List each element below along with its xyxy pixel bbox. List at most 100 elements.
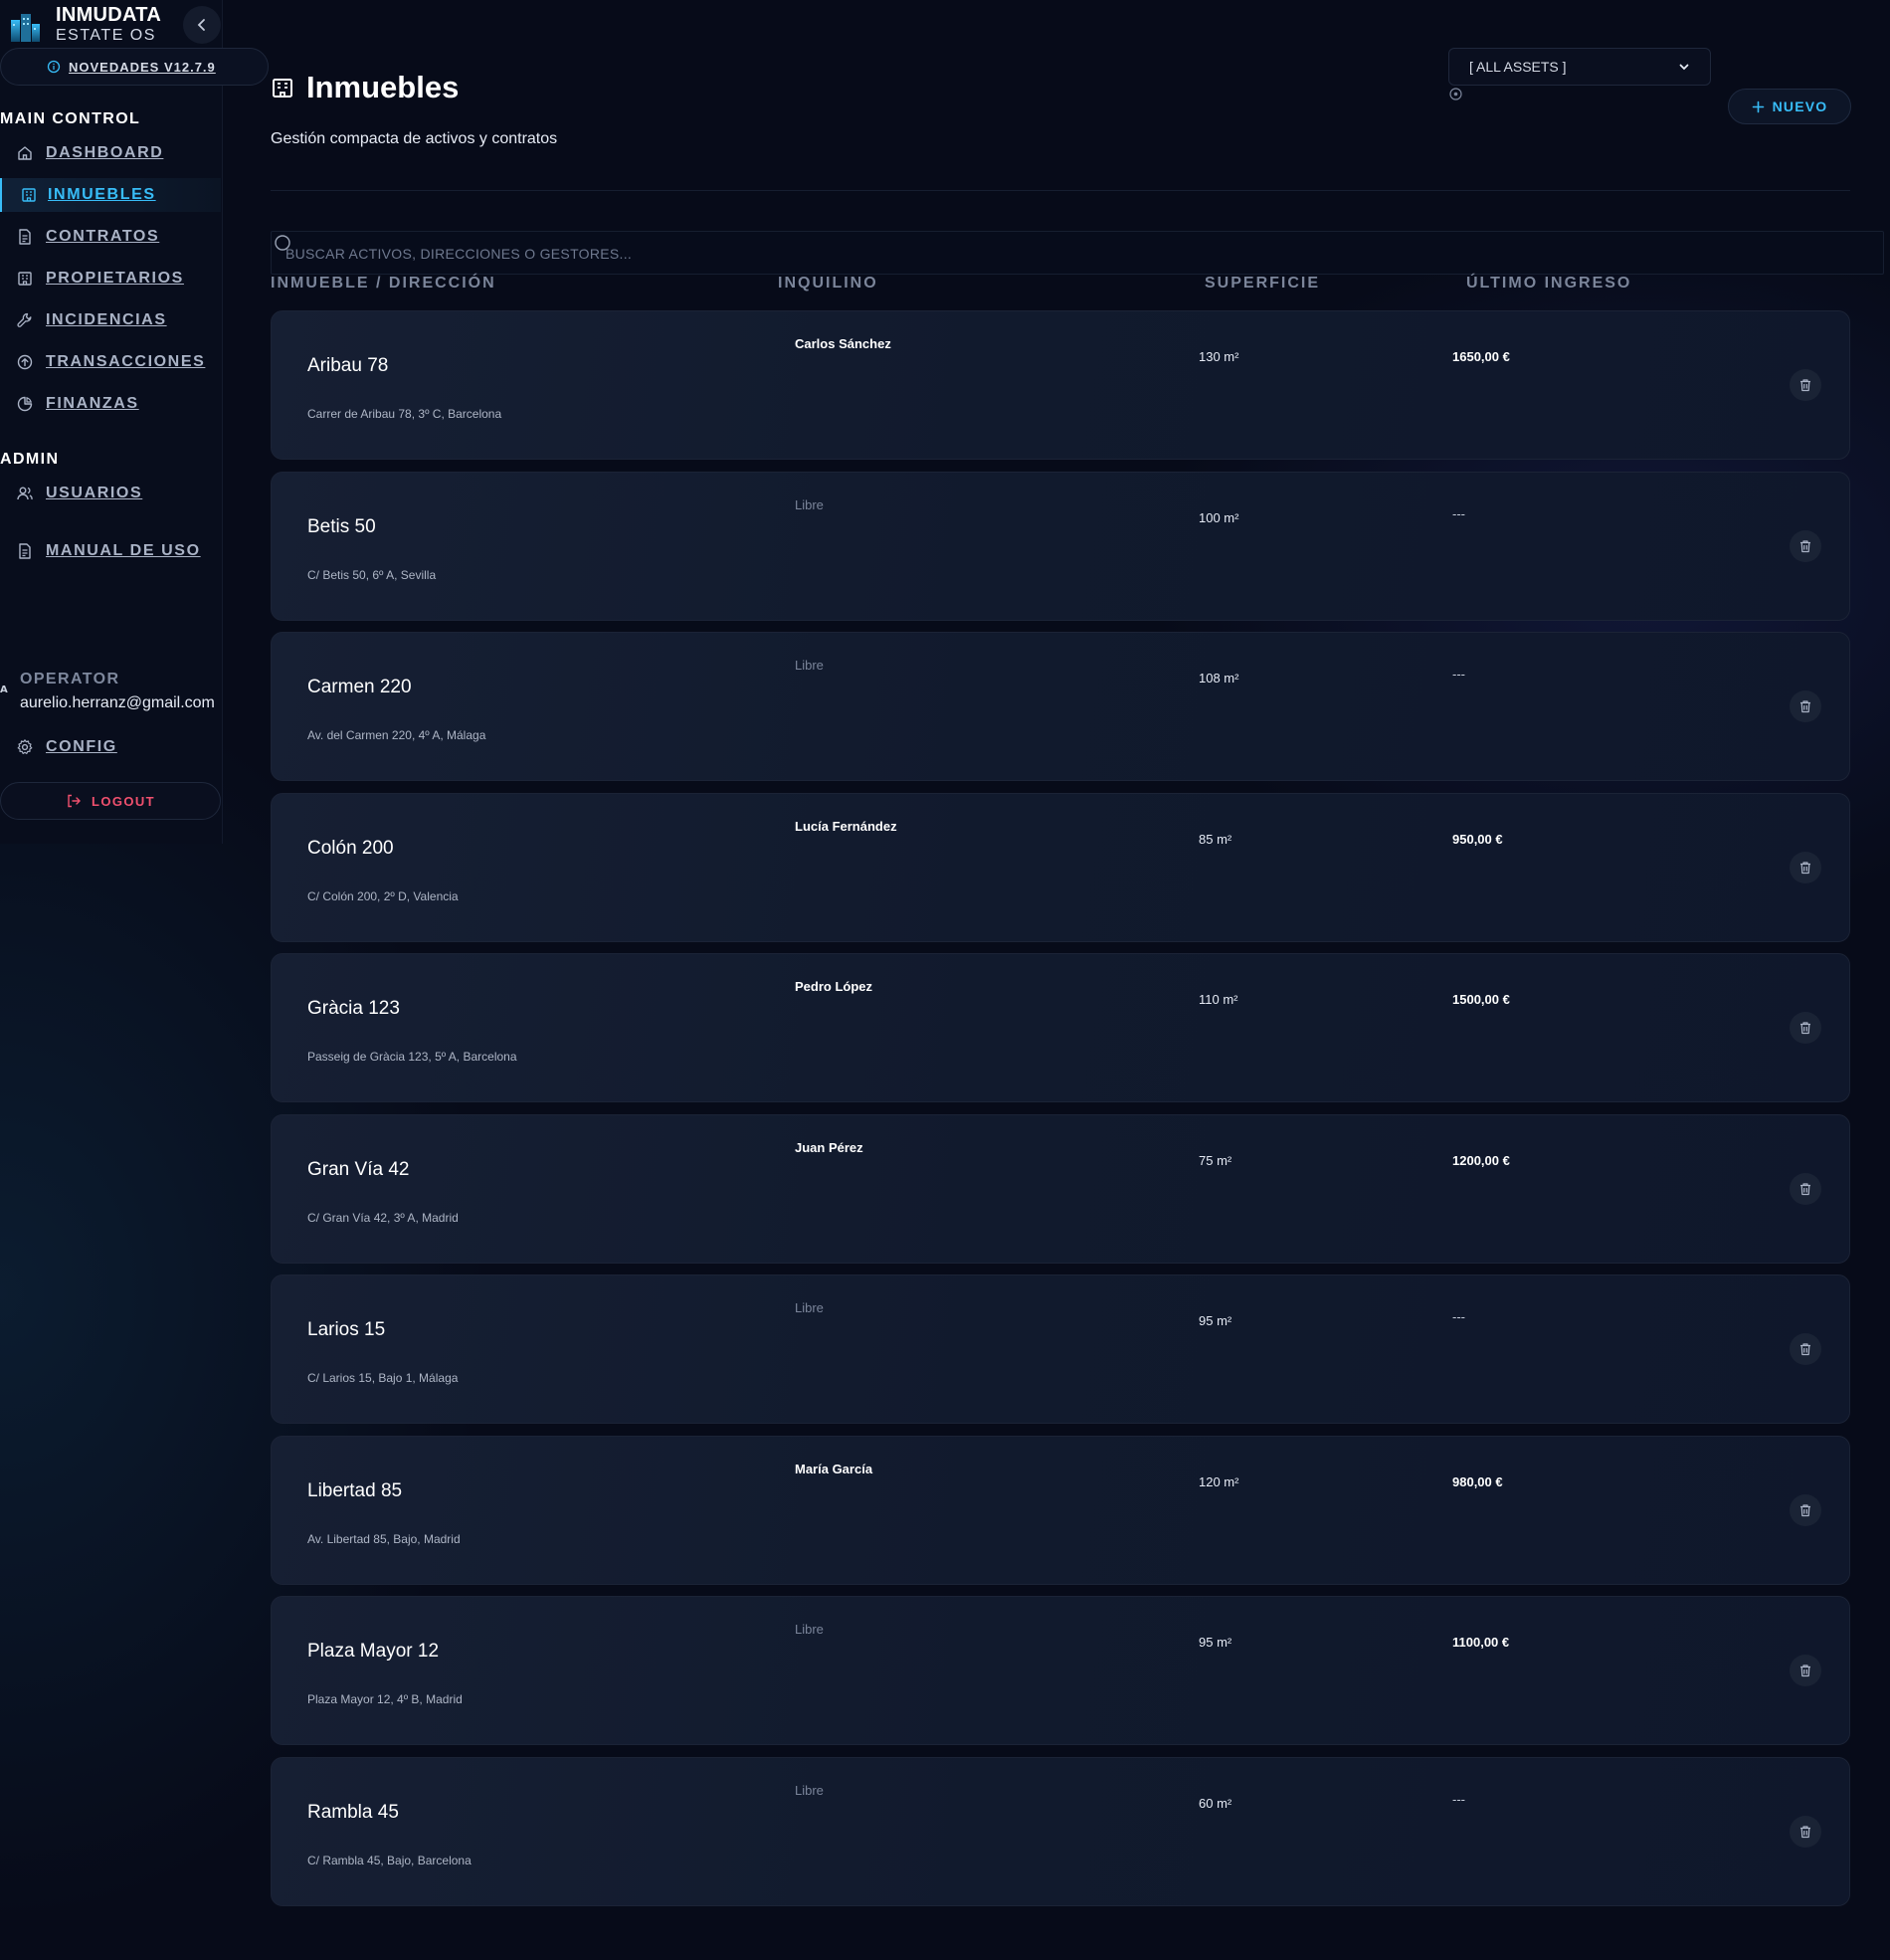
trash-icon: [1800, 861, 1810, 874]
city-logo-icon: [11, 14, 40, 42]
sidebar-item-label: USUARIOS: [46, 485, 143, 501]
property-area: 120 m²: [1199, 1473, 1239, 1489]
delete-button[interactable]: [1790, 1815, 1821, 1848]
property-area: 95 m²: [1199, 1635, 1232, 1650]
tenant-name: Libre: [795, 1782, 824, 1798]
chevron-down-icon: [1679, 64, 1689, 71]
last-income: 950,00 €: [1452, 831, 1503, 847]
delete-button[interactable]: [1790, 1333, 1821, 1365]
property-area: 75 m²: [1199, 1152, 1232, 1168]
property-address: C/ Betis 50, 6º A, Sevilla: [307, 567, 437, 582]
tenant-name: Pedro López: [795, 979, 873, 994]
delete-button[interactable]: [1790, 529, 1821, 562]
sidebar: INMUDATA ESTATE OS NOVEDADES V12.7.9 MAI…: [0, 0, 269, 844]
sidebar-item-usuarios[interactable]: USUARIOS: [0, 477, 221, 510]
last-income: 1650,00 €: [1452, 349, 1510, 364]
property-row[interactable]: Aribau 78 Carrer de Aribau 78, 3º C, Bar…: [271, 310, 1850, 460]
sidebar-item-transacciones[interactable]: TRANSACCIONES: [0, 345, 221, 379]
delete-button[interactable]: [1790, 1493, 1821, 1526]
info-icon: [47, 60, 61, 74]
sidebar-item-propietarios[interactable]: PROPIETARIOS: [0, 262, 221, 295]
asset-filter-value: [ ALL ASSETS ]: [1469, 59, 1567, 75]
property-row[interactable]: Gràcia 123 Passeig de Gràcia 123, 5º A, …: [271, 953, 1850, 1102]
tenant-name: Juan Pérez: [795, 1139, 863, 1155]
building-icon: [18, 272, 32, 286]
delete-button[interactable]: [1790, 851, 1821, 883]
last-income: 1200,00 €: [1452, 1152, 1510, 1168]
tenant-name: María García: [795, 1461, 873, 1476]
property-name: Colón 200: [307, 837, 394, 859]
search-input[interactable]: [285, 244, 1778, 264]
sidebar-item-finanzas[interactable]: FINANZAS: [0, 387, 221, 421]
release-notes-link[interactable]: NOVEDADES V12.7.9: [0, 48, 269, 86]
trash-icon: [1800, 700, 1810, 713]
last-income: 1100,00 €: [1452, 1635, 1510, 1650]
property-name: Aribau 78: [307, 355, 389, 376]
sidebar-item-config[interactable]: CONFIG: [0, 730, 221, 764]
property-list: Aribau 78 Carrer de Aribau 78, 3º C, Bar…: [271, 310, 1850, 1917]
sidebar-item-label: FINANZAS: [46, 395, 139, 412]
last-income: ---: [1452, 505, 1465, 521]
property-address: C/ Larios 15, Bajo 1, Málaga: [307, 1371, 459, 1385]
chevron-left-icon: [197, 19, 205, 31]
property-area: 108 m²: [1199, 671, 1239, 686]
collapse-sidebar-button[interactable]: [183, 6, 221, 44]
document-icon: [19, 229, 31, 245]
property-name: Plaza Mayor 12: [307, 1641, 440, 1662]
sidebar-item-label: PROPIETARIOS: [46, 270, 184, 287]
new-property-label: NUEVO: [1772, 98, 1828, 114]
trash-icon: [1800, 1665, 1810, 1677]
new-property-button[interactable]: NUEVO: [1728, 89, 1851, 124]
asset-filter-help-icon[interactable]: [1449, 88, 1462, 100]
sidebar-item-label: DASHBOARD: [46, 144, 164, 161]
trash-icon: [1800, 1503, 1810, 1516]
tenant-name: Lucía Fernández: [795, 818, 897, 834]
delete-button[interactable]: [1790, 1012, 1821, 1044]
asset-filter-select[interactable]: [ ALL ASSETS ]: [1448, 48, 1711, 86]
delete-button[interactable]: [1790, 690, 1821, 722]
last-income: 1500,00 €: [1452, 992, 1510, 1007]
property-area: 95 m²: [1199, 1313, 1232, 1328]
operator-email: aurelio.herranz@gmail.com: [20, 694, 215, 711]
property-name: Rambla 45: [307, 1801, 399, 1823]
brand[interactable]: INMUDATA ESTATE OS: [8, 4, 161, 45]
property-address: Passeig de Gràcia 123, 5º A, Barcelona: [307, 1050, 517, 1064]
property-row[interactable]: Colón 200 C/ Colón 200, 2º D, Valencia L…: [271, 792, 1850, 942]
sidebar-item-manual[interactable]: MANUAL DE USO: [0, 534, 221, 568]
delete-button[interactable]: [1790, 369, 1821, 401]
sidebar-item-label: INMUEBLES: [48, 186, 156, 203]
brand-subtitle: ESTATE OS: [56, 27, 156, 44]
property-area: 100 m²: [1199, 509, 1239, 525]
sidebar-item-contratos[interactable]: CONTRATOS: [0, 220, 221, 254]
delete-button[interactable]: [1790, 1172, 1821, 1205]
property-area: 85 m²: [1199, 831, 1232, 847]
trash-icon: [1800, 1022, 1810, 1035]
property-row[interactable]: Plaza Mayor 12 Plaza Mayor 12, 4º B, Mad…: [271, 1596, 1850, 1745]
sidebar-item-incidencias[interactable]: INCIDENCIAS: [0, 303, 221, 337]
property-row[interactable]: Rambla 45 C/ Rambla 45, Bajo, Barcelona …: [271, 1756, 1850, 1906]
last-income: ---: [1452, 1791, 1465, 1807]
property-row[interactable]: Betis 50 C/ Betis 50, 6º A, Sevilla Libr…: [271, 471, 1850, 621]
property-row[interactable]: Larios 15 C/ Larios 15, Bajo 1, Málaga L…: [271, 1274, 1850, 1424]
wrench-icon: [17, 312, 32, 327]
property-area: 130 m²: [1199, 349, 1239, 364]
property-row[interactable]: Libertad 85 Av. Libertad 85, Bajo, Madri…: [271, 1435, 1850, 1585]
sidebar-item-inmuebles[interactable]: INMUEBLES: [0, 178, 221, 212]
property-row[interactable]: Gran Vía 42 C/ Gran Vía 42, 3º A, Madrid…: [271, 1113, 1850, 1264]
trash-icon: [1800, 1182, 1810, 1195]
column-header-tenant: INQUILINO: [778, 275, 878, 292]
tenant-name: Libre: [795, 1300, 824, 1315]
tenant-name: Libre: [795, 658, 824, 673]
pie-chart-icon: [17, 396, 33, 412]
property-address: C/ Gran Vía 42, 3º A, Madrid: [307, 1210, 459, 1225]
logout-button[interactable]: LOGOUT: [0, 782, 221, 820]
last-income: 980,00 €: [1452, 1473, 1503, 1489]
search-bar[interactable]: [271, 231, 1884, 275]
sidebar-item-dashboard[interactable]: DASHBOARD: [0, 136, 221, 170]
home-icon: [18, 146, 32, 160]
admin-heading: ADMIN: [0, 451, 60, 468]
property-row[interactable]: Carmen 220 Av. del Carmen 220, 4º A, Mál…: [271, 632, 1850, 781]
property-address: Av. Libertad 85, Bajo, Madrid: [307, 1531, 461, 1546]
property-name: Libertad 85: [307, 1479, 403, 1501]
delete-button[interactable]: [1790, 1655, 1821, 1686]
